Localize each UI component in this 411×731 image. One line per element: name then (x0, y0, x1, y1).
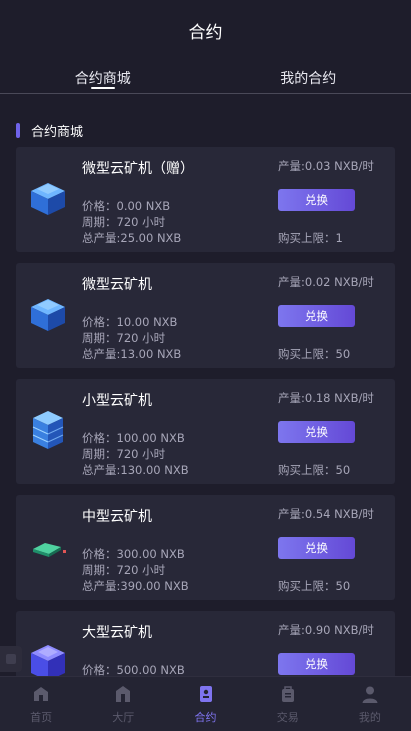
tabbar-item-hall[interactable]: 大厅 (82, 677, 164, 731)
tab-my-contracts[interactable]: 我的合约 (206, 60, 411, 93)
miner-list: 微型云矿机（赠） 价格：0.00 NXB 周期：720 小时 总产量:25.00… (16, 147, 395, 727)
handle-square-icon (6, 654, 16, 664)
miner-name: 微型云矿机（赠） (82, 161, 194, 177)
miner-name: 微型云矿机 (82, 277, 152, 293)
miner-name: 大型云矿机 (82, 625, 152, 641)
miner-cycle: 周期：720 小时 (82, 447, 166, 461)
miner-cycle: 周期：720 小时 (82, 215, 166, 229)
miner-total-output: 总产量:13.00 NXB (82, 347, 182, 361)
tabbar-label: 合约 (194, 711, 217, 724)
miner-yield: 产量:0.18 NXB/时 (278, 391, 374, 405)
tabbar-item-contract[interactable]: 合约 (164, 677, 246, 731)
exchange-button[interactable]: 兑换 (278, 537, 355, 559)
miner-total-output: 总产量:130.00 NXB (82, 463, 189, 477)
miner-yield: 产量:0.02 NXB/时 (278, 275, 374, 289)
miner-price: 价格：0.00 NXB (82, 199, 171, 213)
miner-cycle: 周期：720 小时 (82, 563, 166, 577)
floating-side-handle[interactable] (0, 646, 22, 672)
server-stack-icon (31, 183, 65, 215)
miner-card: 小型云矿机 价格：100.00 NXB 周期：720 小时 总产量:130.00… (16, 379, 395, 484)
contract-icon (199, 686, 212, 702)
tab-contract-mall[interactable]: 合约商城 (0, 60, 206, 93)
miner-cycle: 周期：720 小时 (82, 331, 166, 345)
contract-tabs: 合约商城 我的合约 (0, 60, 411, 94)
tabbar-label: 交易 (276, 711, 299, 724)
tabbar-item-mine[interactable]: 我的 (329, 677, 411, 731)
miner-yield: 产量:0.90 NXB/时 (278, 623, 374, 637)
server-stack-icon (31, 299, 65, 331)
miner-card: 微型云矿机 价格：10.00 NXB 周期：720 小时 总产量:13.00 N… (16, 263, 395, 368)
trade-icon (281, 686, 294, 702)
miner-price: 价格：300.00 NXB (82, 547, 185, 561)
tabbar-item-home[interactable]: 首页 (0, 677, 82, 731)
miner-total-output: 总产量:25.00 NXB (82, 231, 182, 245)
exchange-button[interactable]: 兑换 (278, 421, 355, 443)
purchase-limit: 购买上限：1 (278, 231, 343, 245)
miner-card: 微型云矿机（赠） 价格：0.00 NXB 周期：720 小时 总产量:25.00… (16, 147, 395, 252)
miner-name: 中型云矿机 (82, 509, 152, 525)
exchange-button[interactable]: 兑换 (278, 653, 355, 675)
miner-total-output: 总产量:390.00 NXB (82, 579, 189, 593)
miner-price: 价格：100.00 NXB (82, 431, 185, 445)
tabbar-label: 首页 (30, 711, 53, 724)
tabbar-label: 我的 (358, 711, 381, 724)
server-tower-icon (32, 411, 64, 449)
user-icon (362, 686, 378, 703)
miner-yield: 产量:0.54 NXB/时 (278, 507, 374, 521)
section-title: 合约商城 (31, 124, 84, 140)
page-title: 合约 (188, 22, 223, 43)
home-icon (34, 687, 49, 701)
bottom-tab-bar: 首页 大厅 合约 交易 我的 (0, 676, 411, 731)
purchase-limit: 购买上限：50 (278, 347, 351, 361)
tabbar-label: 大厅 (112, 711, 135, 724)
miner-name: 小型云矿机 (82, 393, 152, 409)
exchange-button[interactable]: 兑换 (278, 189, 355, 211)
tabbar-item-trade[interactable]: 交易 (247, 677, 329, 731)
miner-price: 价格：10.00 NXB (82, 315, 178, 329)
exchange-button[interactable]: 兑换 (278, 305, 355, 327)
section-accent-bar (16, 122, 20, 138)
miner-card: 中型云矿机 价格：300.00 NXB 周期：720 小时 总产量:390.00… (16, 495, 395, 600)
hall-icon (116, 686, 131, 702)
miner-yield: 产量:0.03 NXB/时 (278, 159, 374, 173)
miner-machine-icon (33, 543, 66, 557)
purchase-limit: 购买上限：50 (278, 463, 351, 477)
header: 合约 (0, 0, 411, 60)
purchase-limit: 购买上限：50 (278, 579, 351, 593)
section-header: 合约商城 (16, 122, 411, 140)
